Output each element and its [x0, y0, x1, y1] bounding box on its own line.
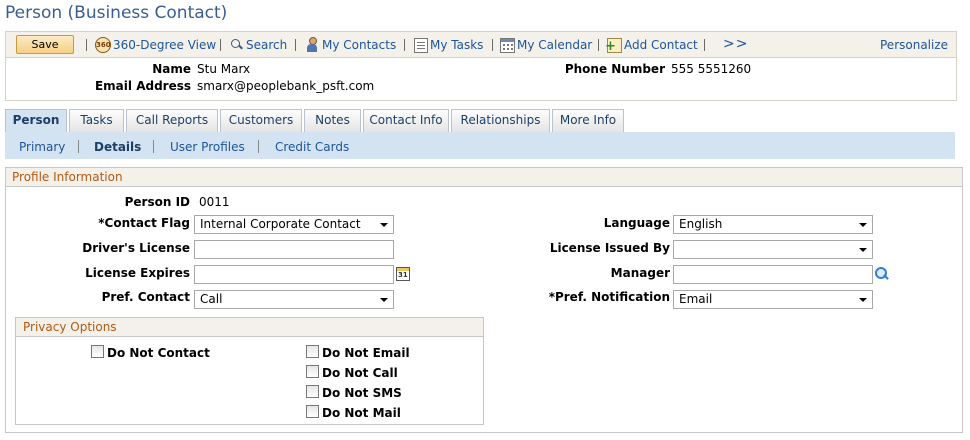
my-contacts-label: My Contacts [322, 38, 397, 52]
license-expires-input[interactable] [194, 265, 394, 284]
do-not-contact-label: Do Not Contact [107, 346, 210, 360]
email-label: Email Address [94, 79, 191, 93]
personalize-link[interactable]: Personalize [880, 38, 948, 52]
do-not-sms-label: Do Not SMS [322, 386, 402, 400]
tab-tasks[interactable]: Tasks [69, 109, 124, 132]
my-calendar-link[interactable]: My Calendar [500, 37, 592, 53]
toolbar-separator [220, 39, 221, 51]
license-issued-by-select[interactable] [673, 240, 873, 259]
subtab-user-profiles[interactable]: User Profiles [170, 140, 245, 154]
toolbar-separator [704, 39, 705, 51]
calendar-icon[interactable] [396, 267, 410, 281]
person-id-value: 0011 [199, 195, 230, 209]
phone-value: 555 5551260 [671, 62, 752, 76]
do-not-email-label: Do Not Email [322, 346, 410, 360]
do-not-contact-checkbox[interactable] [91, 345, 104, 358]
contact-flag-label: *Contact Flag [98, 216, 190, 230]
my-tasks-link[interactable]: My Tasks [414, 37, 483, 53]
my-calendar-label: My Calendar [517, 38, 593, 52]
search-label: Search [246, 38, 288, 52]
drivers-license-input[interactable] [194, 240, 394, 259]
language-select[interactable]: English [673, 215, 873, 234]
do-not-call-label: Do Not Call [322, 366, 398, 380]
toolbar-separator [86, 39, 87, 51]
add-contact-link[interactable]: Add Contact [605, 37, 698, 53]
contact-flag-select[interactable]: Internal Corporate Contact [194, 215, 394, 234]
manager-label: Manager [610, 266, 670, 280]
page-title: Person (Business Contact) [5, 3, 228, 23]
tab-contact-info[interactable]: Contact Info [363, 109, 449, 132]
do-not-mail-checkbox[interactable] [306, 405, 319, 418]
view-360-label: 360-Degree View [113, 38, 217, 52]
license-issued-by-label: License Issued By [549, 241, 670, 255]
view-360-link[interactable]: 360 360-Degree View [95, 37, 216, 53]
subtab-credit-cards[interactable]: Credit Cards [275, 140, 349, 154]
contacts-icon [304, 37, 320, 53]
toolbar-separator [598, 39, 599, 51]
do-not-email-checkbox[interactable] [306, 345, 319, 358]
subtab-details[interactable]: Details [94, 140, 141, 154]
add-contact-label: Add Contact [624, 38, 698, 52]
more-actions-link[interactable]: >> [723, 36, 748, 52]
add-contact-icon [605, 37, 622, 53]
manager-input[interactable] [673, 265, 873, 284]
email-value: smarx@peoplebank_psft.com [197, 79, 375, 93]
toolbar-separator [492, 39, 493, 51]
search-link[interactable]: Search [230, 37, 287, 53]
tasks-icon [414, 37, 428, 53]
tab-more-info[interactable]: More Info [552, 109, 624, 132]
language-label: Language [603, 216, 670, 230]
toolbar-separator [404, 39, 405, 51]
pref-notification-select[interactable]: Email [673, 290, 873, 309]
lookup-icon[interactable] [874, 266, 890, 282]
subtab-primary[interactable]: Primary [19, 140, 65, 154]
tab-customers[interactable]: Customers [220, 109, 302, 132]
pref-contact-select[interactable]: Call [194, 290, 394, 309]
subtab-bar [5, 132, 955, 159]
license-expires-label: License Expires [85, 266, 190, 280]
toolbar: Save 360 360-Degree View Search My Conta… [5, 31, 957, 58]
subtab-separator [258, 140, 259, 153]
phone-label: Phone Number [564, 62, 665, 76]
tab-call-reports[interactable]: Call Reports [126, 109, 218, 132]
drivers-license-label: Driver's License [82, 241, 190, 255]
do-not-call-checkbox[interactable] [306, 365, 319, 378]
pref-notification-label: *Pref. Notification [548, 290, 670, 304]
name-value: Stu Marx [197, 62, 251, 76]
my-contacts-link[interactable]: My Contacts [304, 37, 396, 53]
calendar-icon [500, 37, 515, 53]
person-id-label: Person ID [124, 195, 190, 209]
toolbar-separator [295, 39, 296, 51]
name-label: Name [152, 62, 191, 76]
my-tasks-label: My Tasks [430, 38, 484, 52]
profile-section-title: Profile Information [5, 167, 963, 187]
save-button[interactable]: Save [16, 35, 74, 54]
tab-relationships[interactable]: Relationships [451, 109, 550, 132]
search-icon [230, 38, 244, 52]
do-not-sms-checkbox[interactable] [306, 385, 319, 398]
tab-notes[interactable]: Notes [304, 109, 361, 132]
privacy-section-title: Privacy Options [15, 317, 484, 337]
subtab-separator [153, 140, 154, 153]
tab-person[interactable]: Person [5, 109, 67, 133]
do-not-mail-label: Do Not Mail [322, 406, 401, 420]
360-icon: 360 [95, 37, 111, 53]
pref-contact-label: Pref. Contact [101, 290, 190, 304]
subtab-separator [78, 140, 79, 153]
